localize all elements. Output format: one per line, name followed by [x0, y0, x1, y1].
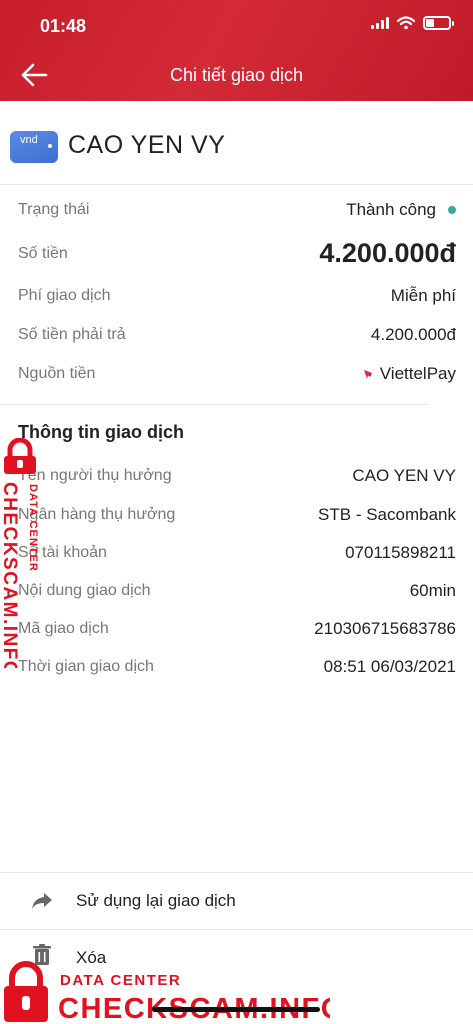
reuse-transaction-label: Sử dụng lại giao dịch	[76, 890, 236, 910]
fee-value: Miễn phí	[390, 286, 456, 305]
row-value: CAO YEN VY	[352, 466, 456, 485]
row-label: Phí giao dịch	[18, 287, 111, 304]
row-value: 210306715683786	[314, 619, 456, 638]
wifi-icon	[397, 16, 415, 30]
summary-row-source: Nguồn tiền ViettelPay	[18, 364, 456, 384]
summary-row-amount: Số tiền 4.200.000đ	[18, 238, 456, 269]
status-value: Thành công	[346, 200, 436, 219]
cellular-signal-icon	[371, 17, 389, 29]
row-label: Trạng thái	[18, 201, 90, 218]
battery-icon	[423, 16, 454, 30]
checkscam-watermark-bottom: DATA CENTER CHECKSCAM.INFO	[4, 961, 330, 1024]
section-divider	[0, 404, 428, 405]
detail-row-content: Nội dung giao dịch 60min	[18, 581, 456, 601]
summary-row-total: Số tiền phải trả 4.200.000đ	[18, 325, 456, 345]
summary-row-fee: Phí giao dịch Miễn phí	[18, 286, 456, 306]
wallet-icon: vnd	[10, 131, 58, 163]
status-time: 01:48	[40, 16, 87, 36]
row-value: 070115898211	[345, 543, 456, 562]
total-value: 4.200.000đ	[370, 325, 456, 344]
row-label: Số tiền phải trả	[18, 326, 126, 343]
transaction-detail-screen: 01:48 Chi tiết giao dịch vnd CAO YEN VY	[0, 0, 473, 1024]
watermark-line2: CHECKSCAM.INFO	[0, 482, 20, 668]
detail-row-beneficiary: Tên người thụ hưởng CAO YEN VY	[18, 466, 456, 486]
recipient-name: CAO YEN VY	[68, 131, 226, 159]
checkscam-watermark-vertical: DATA CENTER CHECKSCAM.INFO	[0, 438, 39, 668]
reuse-transaction-button[interactable]: Sử dụng lại giao dịch	[0, 872, 473, 928]
row-value: 60min	[409, 581, 456, 600]
source-value: ViettelPay	[379, 364, 456, 383]
page-title: Chi tiết giao dịch	[169, 65, 304, 85]
recipient-header: vnd CAO YEN VY	[0, 101, 473, 185]
padlock-icon	[4, 961, 48, 1022]
row-value: STB - Sacombank	[318, 505, 456, 524]
watermark-line1: DATA CENTER	[27, 484, 39, 572]
detail-row-transaction-id: Mã giao dịch 210306715683786	[18, 619, 456, 639]
row-value: 08:51 06/03/2021	[323, 657, 456, 676]
app-header: 01:48 Chi tiết giao dịch	[0, 0, 473, 101]
detail-row-bank: Ngân hàng thụ hưởng STB - Sacombank	[18, 505, 456, 525]
wallet-icon-text: vnd	[20, 134, 38, 146]
amount-value: 4.200.000đ	[319, 238, 456, 268]
row-label: Số tiền	[18, 244, 68, 262]
share-arrow-icon	[32, 892, 52, 909]
watermark-line1: DATA CENTER	[60, 972, 181, 989]
detail-row-time: Thời gian giao dịch 08:51 06/03/2021	[18, 657, 456, 677]
padlock-icon	[4, 438, 36, 474]
summary-row-status: Trạng thái Thành công	[18, 200, 456, 220]
viettelpay-logo-icon	[363, 370, 372, 379]
status-icons	[371, 16, 454, 30]
success-status-dot	[448, 206, 456, 214]
detail-row-account: Số tài khoản 070115898211	[18, 543, 456, 563]
row-label: Nguồn tiền	[18, 365, 96, 382]
home-indicator[interactable]	[152, 1007, 320, 1012]
